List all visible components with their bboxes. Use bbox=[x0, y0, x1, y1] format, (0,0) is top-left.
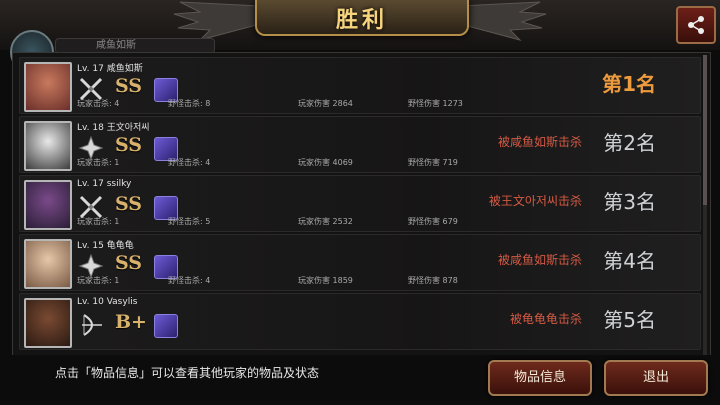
killed-by-text: 被龟龟龟击杀 bbox=[509, 312, 582, 326]
player-grade: B+ bbox=[115, 311, 147, 333]
player-level-name: Lv. 17 ssilky bbox=[77, 179, 131, 189]
player-kills: 玩家击杀: 1 bbox=[77, 217, 120, 226]
player-level-name: Lv. 18 王文아저씨 bbox=[77, 120, 150, 133]
player-name: 王文아저씨 bbox=[106, 123, 150, 133]
monster-kills: 野怪击杀: 8 bbox=[168, 99, 211, 108]
player-damage: 玩家伤害 2864 bbox=[298, 99, 353, 108]
page-title: 胜利 bbox=[335, 8, 388, 33]
player-avatar bbox=[24, 121, 72, 171]
killed-by-text: 被咸鱼如斯击杀 bbox=[497, 135, 582, 149]
monster-kills: 野怪击杀: 5 bbox=[168, 217, 211, 226]
title-plate: 胜利 bbox=[255, 0, 469, 36]
player-damage: 玩家伤害 4069 bbox=[298, 158, 353, 167]
player-level-name: Lv. 17 咸鱼如斯 bbox=[77, 61, 143, 74]
item-info-button[interactable]: 物品信息 bbox=[488, 360, 592, 396]
right-wing-ornament bbox=[460, 1, 547, 41]
player-name: Vasylis bbox=[106, 297, 138, 307]
player-grade: SS bbox=[115, 134, 143, 156]
monster-damage: 野怪伤害 679 bbox=[408, 217, 458, 226]
rank-label: 第2名 bbox=[603, 131, 656, 155]
scrollbar-thumb[interactable] bbox=[703, 55, 707, 205]
player-grade: SS bbox=[115, 75, 143, 97]
player-level: Lv. 10 bbox=[77, 297, 104, 307]
player-level-name: Lv. 10 Vasylis bbox=[77, 297, 137, 307]
player-damage: 玩家伤害 1859 bbox=[298, 276, 353, 285]
hint-text: 点击「物品信息」可以查看其他玩家的物品及状态 bbox=[55, 366, 320, 380]
player-name: 咸鱼如斯 bbox=[106, 64, 143, 74]
player-avatar bbox=[24, 239, 72, 289]
player-level-name: Lv. 15 龟龟龟 bbox=[77, 238, 134, 251]
player-grade: SS bbox=[115, 193, 143, 215]
player-row[interactable]: Lv. 10 Vasylis B+ 被龟龟龟击杀 第5名 bbox=[19, 293, 701, 350]
killed-by-text: 被咸鱼如斯击杀 bbox=[497, 253, 582, 267]
player-level: Lv. 18 bbox=[77, 123, 104, 133]
class-emblem-icon bbox=[154, 314, 178, 338]
player-level: Lv. 17 bbox=[77, 64, 104, 74]
results-panel[interactable]: Lv. 17 咸鱼如斯 SS 玩家击杀: 4 野怪击杀: 8 玩家伤害 2864 野怪伤害… bbox=[12, 52, 711, 357]
exit-button[interactable]: 退出 bbox=[604, 360, 708, 396]
killed-by-text: 被王文아저씨击杀 bbox=[488, 194, 582, 208]
player-level: Lv. 15 bbox=[77, 241, 104, 251]
results-scrollbar[interactable] bbox=[703, 55, 707, 355]
player-avatar bbox=[24, 298, 72, 348]
player-damage: 玩家伤害 2532 bbox=[298, 217, 353, 226]
player-name: 龟龟龟 bbox=[106, 241, 134, 251]
monster-kills: 野怪击杀: 4 bbox=[168, 276, 211, 285]
player-kills: 玩家击杀: 4 bbox=[77, 99, 120, 108]
player-row[interactable]: Lv. 17 咸鱼如斯 SS 玩家击杀: 4 野怪击杀: 8 玩家伤害 2864 野怪伤害… bbox=[19, 57, 701, 114]
monster-damage: 野怪伤害 719 bbox=[408, 158, 458, 167]
player-row[interactable]: Lv. 17 ssilky SS 玩家击杀: 1 野怪击杀: 5 玩家伤害 2532 野怪… bbox=[19, 175, 701, 232]
monster-damage: 野怪伤害 1273 bbox=[408, 99, 463, 108]
rank-label: 第5名 bbox=[603, 308, 656, 332]
player-kills: 玩家击杀: 1 bbox=[77, 158, 120, 167]
player-kills: 玩家击杀: 1 bbox=[77, 276, 120, 285]
rank-label: 第1名 bbox=[602, 72, 656, 96]
player-avatar bbox=[24, 62, 72, 112]
player-grade: SS bbox=[115, 252, 143, 274]
monster-kills: 野怪击杀: 4 bbox=[168, 158, 211, 167]
rank-label: 第4名 bbox=[603, 249, 656, 273]
player-row[interactable]: Lv. 15 龟龟龟 SS 玩家击杀: 1 野怪击杀: 4 玩家伤害 1859 野怪伤害 … bbox=[19, 234, 701, 291]
share-icon bbox=[688, 16, 704, 34]
player-avatar bbox=[24, 180, 72, 230]
monster-damage: 野怪伤害 878 bbox=[408, 276, 458, 285]
player-row[interactable]: Lv. 18 王文아저씨 SS 玩家击杀: 1 野怪击杀: 4 玩家伤害 4069 野怪伤… bbox=[19, 116, 701, 173]
bow-icon bbox=[82, 314, 102, 336]
share-button[interactable] bbox=[676, 6, 716, 44]
rank-label: 第3名 bbox=[603, 190, 656, 214]
player-level: Lv. 17 bbox=[77, 179, 104, 189]
player-name: ssilky bbox=[106, 179, 132, 189]
